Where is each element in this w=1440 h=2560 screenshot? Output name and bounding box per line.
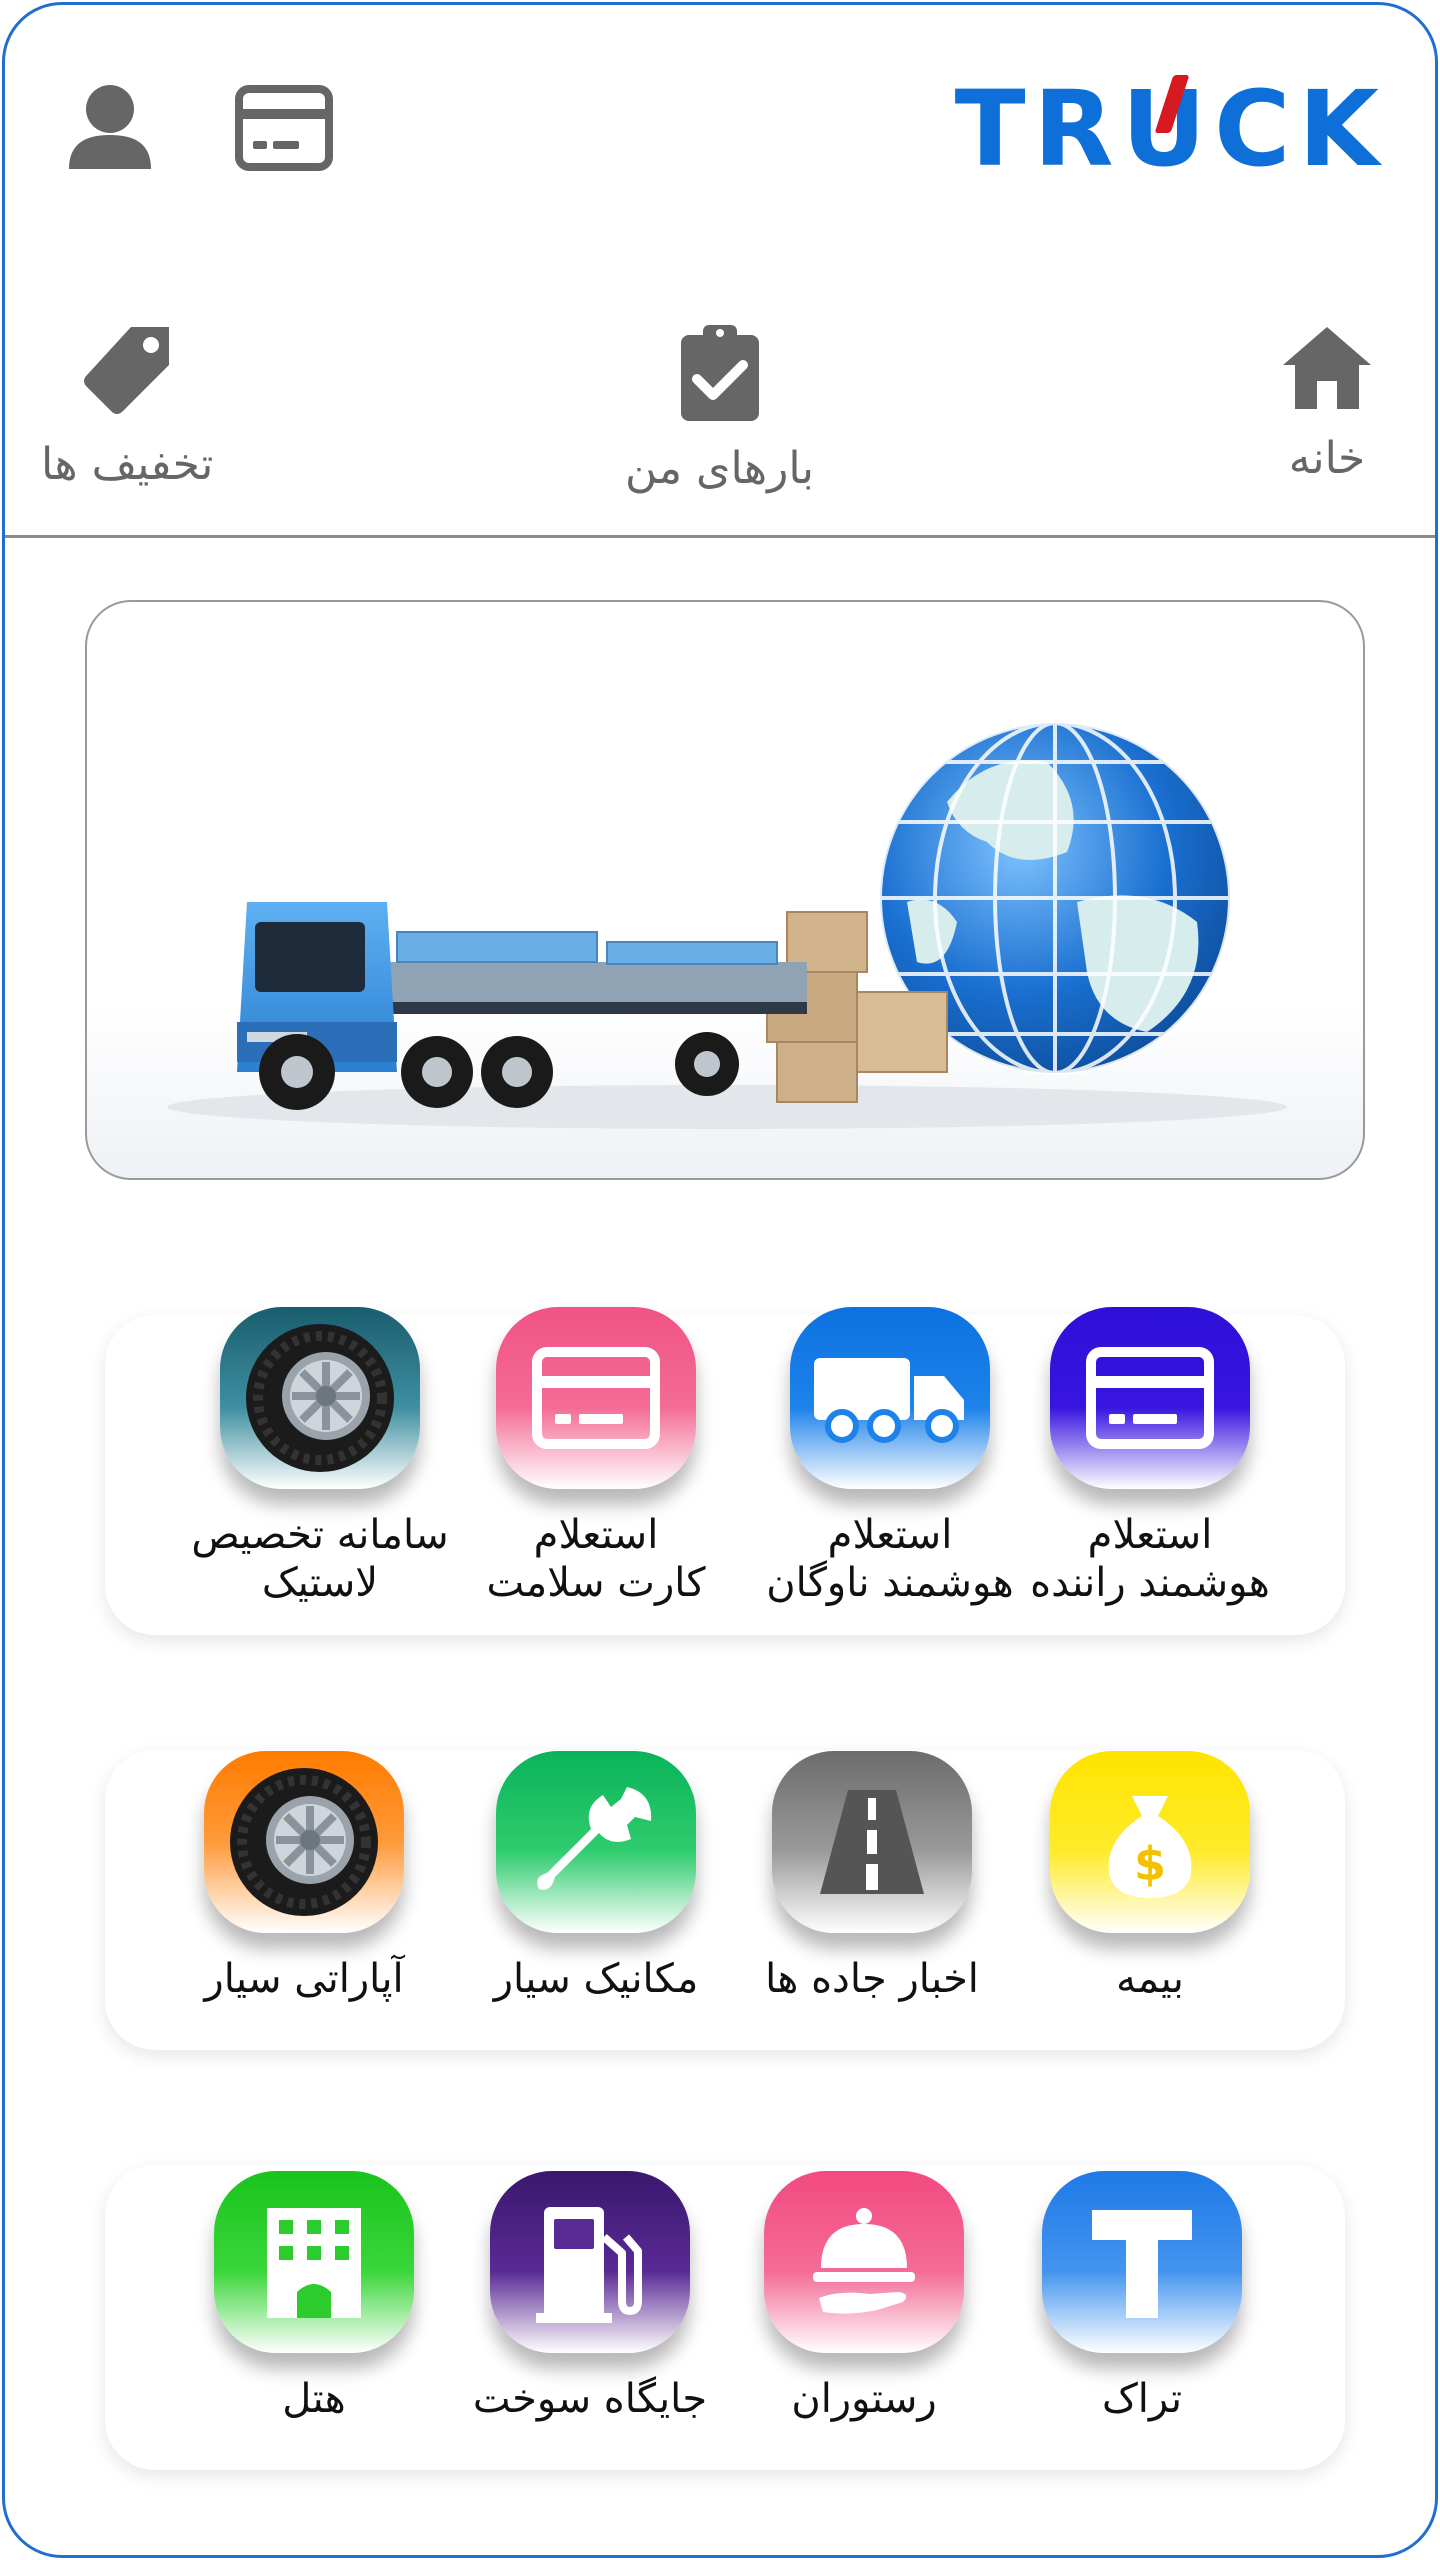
money-bag-icon: $ xyxy=(1050,1751,1250,1933)
service-health-card-inquiry[interactable]: استعلام کارت سلامت xyxy=(461,1307,731,1607)
food-tray-icon xyxy=(764,2171,964,2353)
nav-discounts-label: تخفیف ها xyxy=(41,439,214,490)
service-label: استعلام کارت سلامت xyxy=(486,1512,706,1606)
service-mobile-tire-repair[interactable]: آپاراتی سیار xyxy=(169,1751,439,2003)
service-label: بیمه xyxy=(1116,1956,1184,2002)
service-tire-allocation[interactable]: سامانه تخصیص لاستیک xyxy=(185,1307,455,1607)
letter-t-icon xyxy=(1042,2171,1242,2353)
card-icon xyxy=(496,1307,696,1489)
nav-divider xyxy=(5,535,1435,538)
road-icon xyxy=(772,1751,972,1933)
home-icon xyxy=(1283,327,1371,409)
service-fleet-inquiry[interactable]: استعلام هوشمند ناوگان xyxy=(755,1307,1025,1607)
service-label: استعلام هوشمند ناوگان xyxy=(766,1512,1014,1606)
service-mobile-mechanic[interactable]: مکانیک سیار xyxy=(461,1751,731,2003)
service-truck[interactable]: تراک xyxy=(1007,2171,1277,2423)
app-frame: TRUCK خانه بارهای من تخفیف ها xyxy=(2,2,1438,2558)
service-label: سامانه تخصیص لاستیک xyxy=(191,1512,449,1606)
service-road-news[interactable]: اخبار جاده ها xyxy=(737,1751,1007,2003)
logo-accent xyxy=(1154,75,1190,133)
service-label: رستوران xyxy=(791,2376,937,2422)
service-fuel-station[interactable]: جایگاه سوخت xyxy=(455,2171,725,2423)
card-icon xyxy=(1050,1307,1250,1489)
service-driver-inquiry[interactable]: استعلام هوشمند راننده xyxy=(1015,1307,1285,1607)
service-label: تراک xyxy=(1101,2376,1183,2422)
nav-discounts[interactable]: تخفیف ها xyxy=(41,323,213,490)
service-label: مکانیک سیار xyxy=(493,1956,699,2002)
service-label: استعلام هوشمند راننده xyxy=(1030,1512,1270,1606)
nav-home-label: خانه xyxy=(1288,433,1366,484)
service-restaurant[interactable]: رستوران xyxy=(729,2171,999,2423)
service-insurance[interactable]: $ بیمه xyxy=(1015,1751,1285,2003)
logo-text: TRUCK xyxy=(954,68,1387,190)
truck-icon xyxy=(790,1307,990,1489)
promo-banner[interactable] xyxy=(85,600,1365,1180)
tag-icon xyxy=(84,327,170,414)
clipboard-check-icon xyxy=(680,325,759,421)
hotel-building-icon xyxy=(214,2171,414,2353)
nav-home[interactable]: خانه xyxy=(1279,323,1375,484)
profile-icon[interactable] xyxy=(65,83,155,173)
truck-globe-illustration xyxy=(167,721,1287,1129)
service-label: آپاراتی سیار xyxy=(204,1956,404,2002)
service-label: اخبار جاده ها xyxy=(765,1956,979,2002)
service-label: جایگاه سوخت xyxy=(472,2376,708,2422)
svg-text:$: $ xyxy=(1134,1837,1166,1891)
truck-logo: TRUCK xyxy=(954,68,1387,190)
card-icon[interactable] xyxy=(235,85,333,175)
top-nav: خانه بارهای من تخفیف ها xyxy=(5,323,1435,523)
service-label: هتل xyxy=(282,2376,346,2422)
tire-icon xyxy=(220,1307,420,1489)
fuel-pump-icon xyxy=(490,2171,690,2353)
nav-my-loads-label: بارهای من xyxy=(625,443,814,494)
service-hotel[interactable]: هتل xyxy=(179,2171,449,2423)
nav-my-loads[interactable]: بارهای من xyxy=(625,323,814,494)
tire-icon xyxy=(204,1751,404,1933)
wrench-icon xyxy=(496,1751,696,1933)
